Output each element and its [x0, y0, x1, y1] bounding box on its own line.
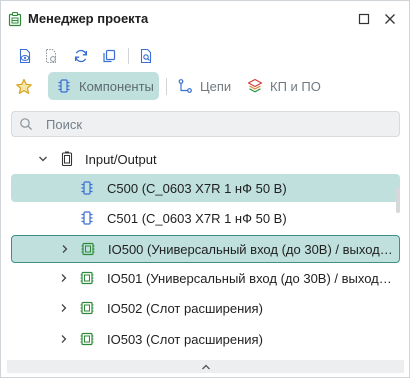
- capacitor-icon: [78, 179, 96, 197]
- tab-layers[interactable]: КП и ПО: [246, 72, 326, 100]
- search-icon: [19, 117, 33, 131]
- tree-row-io500[interactable]: IO500 (Универсальный вход (до 30В) / вых…: [11, 235, 400, 263]
- tree-row-c500[interactable]: C500 (C_0603 X7R 1 нФ 50 В): [11, 174, 400, 202]
- tab-nets[interactable]: Цепи: [176, 72, 236, 100]
- search-input[interactable]: [46, 115, 386, 133]
- layers-icon: [246, 77, 264, 95]
- chevron-right-icon[interactable]: [57, 271, 71, 285]
- collapse-bar[interactable]: [7, 360, 404, 373]
- vertical-scrollbar[interactable]: [396, 187, 400, 213]
- chevron-up-icon[interactable]: [200, 362, 212, 372]
- project-manager-icon: [7, 11, 23, 27]
- search-box: [11, 111, 400, 137]
- module-icon: [78, 269, 96, 287]
- toolbar-separator: [128, 48, 129, 64]
- tree-row-c501[interactable]: C501 (C_0603 X7R 1 нФ 50 В): [11, 204, 400, 232]
- capacitor-icon: [78, 209, 96, 227]
- component-icon: [55, 77, 73, 95]
- chevron-right-icon[interactable]: [57, 301, 71, 315]
- star-icon[interactable]: [14, 77, 34, 97]
- copy-icon[interactable]: [98, 45, 120, 67]
- tree-row-io501[interactable]: IO501 (Универсальный вход (до 30В) / вых…: [11, 264, 400, 292]
- module-icon: [78, 330, 96, 348]
- module-icon: [79, 240, 97, 258]
- tab-separator: [166, 78, 167, 95]
- tree-row-label: C501 (C_0603 X7R 1 нФ 50 В): [107, 211, 287, 226]
- tree-row-io502[interactable]: IO502 (Слот расширения): [11, 294, 400, 322]
- eye-file-icon[interactable]: [14, 45, 36, 67]
- tree-row-label: IO500 (Универсальный вход (до 30В) / вых…: [108, 242, 395, 257]
- tab-components-label: Компоненты: [79, 78, 154, 94]
- net-icon: [176, 77, 194, 95]
- close-icon[interactable]: [382, 11, 398, 27]
- folder-device-icon: [58, 150, 76, 168]
- dotted-file-icon[interactable]: [40, 45, 62, 67]
- tree-row-label: Input/Output: [85, 152, 157, 167]
- tab-components[interactable]: Компоненты: [48, 72, 159, 100]
- tree-row-label: IO503 (Слот расширения): [107, 332, 263, 347]
- tab-layers-label: КП и ПО: [270, 78, 321, 94]
- chevron-right-icon[interactable]: [57, 332, 71, 346]
- window-title: Менеджер проекта: [28, 11, 149, 26]
- toolbar: [1, 45, 409, 69]
- tree-row-label: C500 (C_0603 X7R 1 нФ 50 В): [107, 181, 287, 196]
- refresh-icon[interactable]: [70, 45, 92, 67]
- tab-nets-label: Цепи: [200, 78, 232, 94]
- tab-bar: Компоненты Цепи КП и ПО: [1, 72, 409, 102]
- chevron-down-icon[interactable]: [36, 152, 50, 166]
- title-bar: Менеджер проекта: [1, 1, 409, 37]
- project-manager-panel: Менеджер проекта Компоненты Цепи КП и ПО…: [0, 0, 410, 378]
- chevron-right-icon[interactable]: [58, 242, 72, 256]
- tree-row-label: IO501 (Универсальный вход (до 30В) / вых…: [107, 271, 394, 286]
- tree-row-label: IO502 (Слот расширения): [107, 301, 263, 316]
- module-icon: [78, 299, 96, 317]
- tree-row-group[interactable]: Input/Output: [11, 145, 400, 173]
- maximize-icon[interactable]: [356, 11, 372, 27]
- filter-file-icon[interactable]: [135, 45, 157, 67]
- tree-row-io503[interactable]: IO503 (Слот расширения): [11, 325, 400, 353]
- component-tree: Input/Output C500 (C_0603 X7R 1 нФ 50 В)…: [1, 144, 409, 356]
